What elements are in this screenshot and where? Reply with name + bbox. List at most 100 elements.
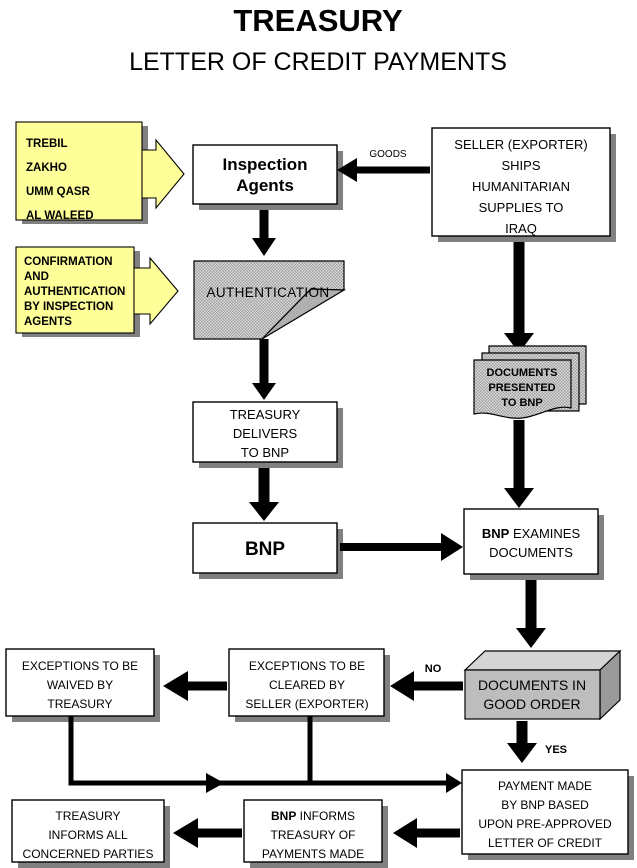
- node-seller-ships-line-4: SUPPLIES TO: [479, 200, 564, 215]
- edge-documents-to-bnp-examines: [504, 420, 534, 508]
- node-exceptions-cleared[interactable]: EXCEPTIONS TO BE CLEARED BY SELLER (EXPO…: [228, 648, 390, 722]
- callout-confirmation-line-4: BY INSPECTION: [24, 301, 113, 313]
- edge-label-goods: GOODS: [369, 149, 407, 160]
- node-treasury-delivers-line-2: DELIVERS: [233, 426, 298, 441]
- arrowhead-documents-down: [504, 488, 534, 508]
- node-documents-presented-line-3: TO BNP: [501, 397, 542, 409]
- arrowhead-bnp-right: [441, 533, 463, 561]
- node-documents-in-good-order[interactable]: DOCUMENTS IN GOOD ORDER: [463, 649, 622, 721]
- node-bnp-informs-line-1: BNP INFORMS: [271, 809, 355, 823]
- callout-confirmation-line-5: AGENTS: [24, 316, 72, 328]
- edge-authentication-to-treasury: [252, 339, 276, 400]
- arrowhead-yes-down: [507, 743, 537, 763]
- node-bnp-informs-line-3: PAYMENTS MADE: [262, 847, 364, 861]
- node-exceptions-waived-line-2: WAIVED BY: [47, 678, 113, 692]
- arrowhead-waived-right: [446, 773, 462, 793]
- node-good-order-line-2: GOOD ORDER: [483, 696, 580, 712]
- node-payment-made-line-3: UPON PRE-APPROVED: [478, 817, 612, 831]
- node-payment-made[interactable]: PAYMENT MADE BY BNP BASED UPON PRE-APPRO…: [461, 769, 634, 860]
- node-bnp-informs-line-2: TREASURY OF: [271, 828, 356, 842]
- node-inspection-agents-line-1: Inspection: [222, 155, 307, 174]
- arrowhead-treasury-down: [249, 502, 279, 521]
- node-treasury-informs-line-3: CONCERNED PARTIES: [23, 847, 154, 861]
- edge-label-yes: YES: [545, 744, 567, 756]
- node-seller-ships-line-5: IRAQ: [505, 221, 537, 236]
- node-bnp-examines-line-1: BNP EXAMINES: [482, 526, 581, 541]
- node-exceptions-waived[interactable]: EXCEPTIONS TO BE WAIVED BY TREASURY: [5, 648, 160, 722]
- callout-confirmation-line-2: AND: [24, 271, 49, 283]
- node-seller-ships-line-1: SELLER (EXPORTER): [454, 137, 587, 152]
- arrowhead-inspection-down: [252, 238, 276, 256]
- callout-sites-line-2: ZAKHO: [26, 162, 67, 174]
- node-bnp-examines-rest: EXAMINES: [509, 526, 580, 541]
- arrowhead-cleared-bus: [206, 773, 224, 793]
- flowchart-canvas: TREASURY LETTER OF CREDIT PAYMENTS TREBI…: [0, 0, 637, 868]
- callout-sites-line-1: TREBIL: [26, 138, 68, 150]
- callout-sites-line-4: AL WALEED: [26, 210, 94, 222]
- node-exceptions-cleared-line-2: CLEARED BY: [269, 678, 345, 692]
- edge-seller-to-documents: [504, 242, 534, 353]
- edge-waived-to-payment: [68, 716, 462, 793]
- edge-good-order-no: NO: [390, 663, 463, 701]
- arrowhead-no-left: [390, 671, 414, 701]
- node-good-order-line-1: DOCUMENTS IN: [478, 677, 586, 693]
- node-treasury-informs-line-2: INFORMS ALL: [48, 828, 128, 842]
- node-authentication-label: AUTHENTICATION: [206, 285, 329, 300]
- node-bnp-informs-treasury[interactable]: BNP INFORMS TREASURY OF PAYMENTS MADE: [243, 799, 388, 868]
- arrowhead-cleared-left: [163, 671, 188, 701]
- edge-bnp-examines-to-good-order: [516, 580, 546, 648]
- edge-waived-path: [68, 716, 448, 786]
- node-payment-made-line-4: LETTER OF CREDIT: [488, 836, 603, 850]
- edge-bnp-informs-to-treasury-informs: [173, 818, 242, 848]
- arrowhead-authentication-down: [252, 383, 276, 400]
- callout-sites-line-3: UMM QASR: [26, 186, 91, 198]
- node-documents-presented-line-2: PRESENTED: [488, 382, 555, 394]
- edge-goods-to-inspection: GOODS: [337, 149, 430, 182]
- node-bnp-examines-bold: BNP: [482, 526, 510, 541]
- arrowhead-examines-down: [516, 628, 546, 648]
- node-bnp-label: BNP: [245, 539, 285, 560]
- edge-good-order-yes: YES: [507, 721, 567, 763]
- node-inspection-agents-line-2: Agents: [236, 176, 294, 195]
- node-bnp-examines-line-2: DOCUMENTS: [489, 545, 573, 560]
- node-good-order-top-face: [463, 650, 622, 671]
- edge-inspection-to-authentication: [252, 210, 276, 256]
- node-bnp[interactable]: BNP: [192, 522, 343, 579]
- node-exceptions-cleared-line-1: EXCEPTIONS TO BE: [249, 659, 365, 673]
- page-title-main: TREASURY: [233, 3, 403, 38]
- node-treasury-delivers[interactable]: TREASURY DELIVERS TO BNP: [192, 401, 343, 468]
- node-seller-ships-line-3: HUMANITARIAN: [472, 179, 570, 194]
- node-bnp-informs-rest: INFORMS: [296, 809, 355, 823]
- node-bnp-informs-bold: BNP: [271, 809, 296, 823]
- edge-bnp-to-bnp-examines: [340, 533, 463, 561]
- node-inspection-agents-body: [192, 144, 338, 205]
- page-title-sub: LETTER OF CREDIT PAYMENTS: [129, 48, 507, 76]
- callout-confirmation-note[interactable]: CONFIRMATION AND AUTHENTICATION BY INSPE…: [15, 246, 179, 337]
- node-exceptions-cleared-line-3: SELLER (EXPORTER): [245, 697, 368, 711]
- node-bnp-examines-body: [463, 508, 599, 575]
- node-treasury-delivers-line-3: TO BNP: [241, 445, 289, 460]
- node-seller-ships[interactable]: SELLER (EXPORTER) SHIPS HUMANITARIAN SUP…: [431, 127, 616, 242]
- arrowhead-payment-left: [393, 818, 417, 848]
- callout-confirmation-line-3: AUTHENTICATION: [24, 286, 125, 298]
- node-treasury-informs-line-1: TREASURY: [55, 809, 120, 823]
- callout-border-crossing-sites[interactable]: TREBIL ZAKHO UMM QASR AL WALEED: [15, 121, 185, 224]
- edge-label-no: NO: [425, 663, 442, 675]
- arrowhead-informs-left: [173, 818, 198, 848]
- edge-cleared-to-waived: [163, 671, 227, 701]
- node-inspection-agents[interactable]: Inspection Agents: [192, 144, 343, 210]
- node-authentication[interactable]: AUTHENTICATION: [193, 260, 347, 340]
- node-payment-made-line-1: PAYMENT MADE: [498, 779, 592, 793]
- node-exceptions-waived-line-3: TREASURY: [47, 697, 112, 711]
- node-exceptions-waived-line-1: EXCEPTIONS TO BE: [22, 659, 138, 673]
- edge-payment-to-bnp-informs: [393, 818, 460, 848]
- node-documents-presented-line-1: DOCUMENTS: [487, 367, 558, 379]
- node-treasury-informs-all[interactable]: TREASURY INFORMS ALL CONCERNED PARTIES: [11, 799, 170, 868]
- node-documents-presented[interactable]: DOCUMENTS PRESENTED TO BNP: [473, 345, 587, 419]
- callout-confirmation-line-1: CONFIRMATION: [24, 256, 113, 268]
- node-payment-made-line-2: BY BNP BASED: [501, 798, 589, 812]
- node-bnp-examines-documents[interactable]: BNP EXAMINES DOCUMENTS: [463, 508, 604, 580]
- node-seller-ships-line-2: SHIPS: [501, 158, 540, 173]
- edge-treasury-to-bnp: [249, 468, 279, 521]
- node-treasury-delivers-line-1: TREASURY: [230, 407, 301, 422]
